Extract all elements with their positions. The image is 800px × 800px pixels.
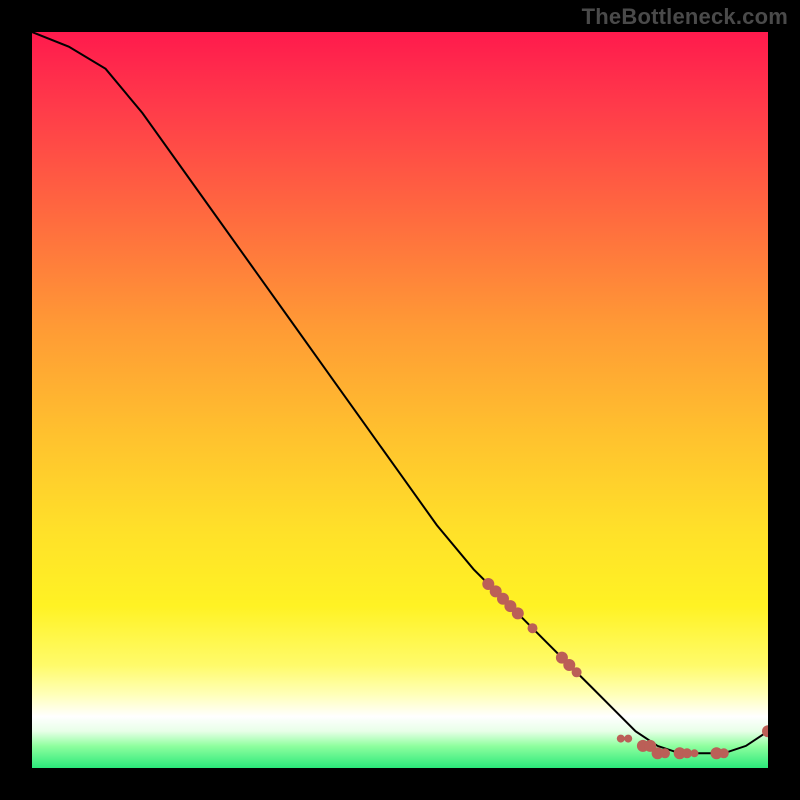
data-marker bbox=[690, 749, 698, 757]
chart-svg bbox=[32, 32, 768, 768]
data-markers bbox=[482, 578, 768, 759]
data-marker bbox=[660, 748, 670, 758]
data-marker bbox=[719, 748, 729, 758]
data-marker bbox=[624, 735, 632, 743]
data-marker bbox=[572, 667, 582, 677]
bottleneck-curve bbox=[32, 32, 768, 753]
data-marker bbox=[528, 623, 538, 633]
watermark-text: TheBottleneck.com bbox=[582, 4, 788, 30]
data-marker bbox=[512, 607, 524, 619]
app-frame: TheBottleneck.com bbox=[0, 0, 800, 800]
data-marker bbox=[617, 735, 625, 743]
plot bbox=[32, 32, 768, 768]
plot-area bbox=[32, 32, 768, 768]
